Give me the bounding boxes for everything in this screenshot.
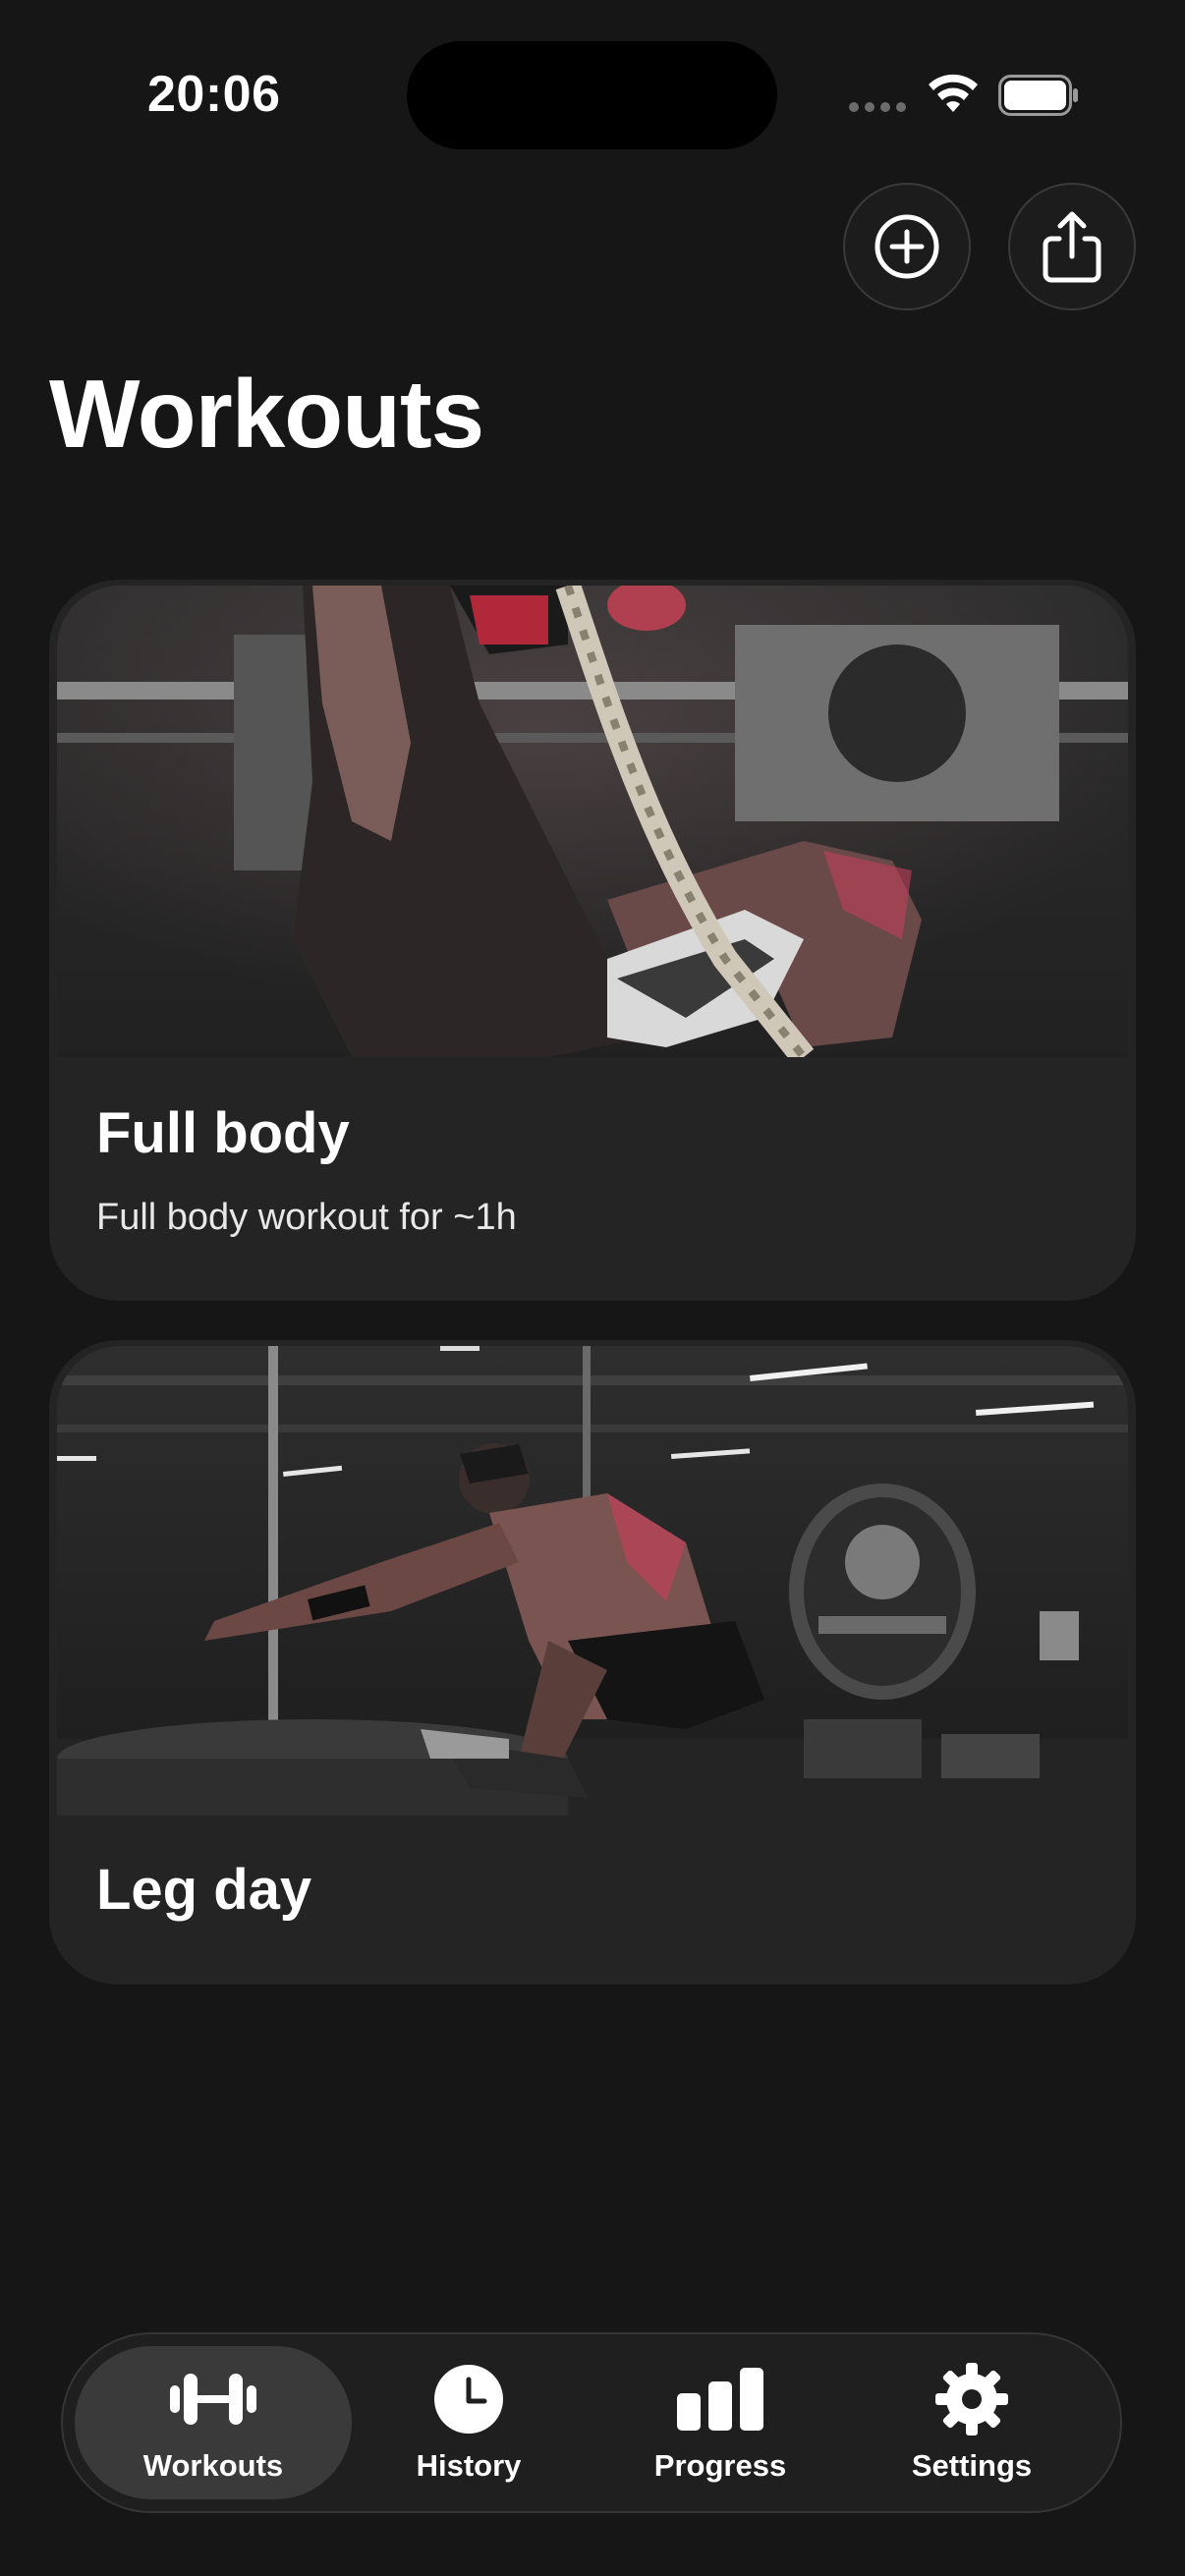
cellular-signal-icon [849,102,906,112]
clock-icon [433,2362,504,2436]
workout-card-full-body[interactable]: Full body Full body workout for ~1h [49,580,1136,1301]
tab-progress[interactable]: Progress [582,2346,859,2499]
workout-title: Full body [96,1101,350,1165]
share-button[interactable] [1008,183,1136,310]
tab-label: Settings [911,2448,1033,2483]
workout-photo [57,1346,1128,1816]
tab-workouts[interactable]: Workouts [75,2346,352,2499]
tab-label: History [416,2448,522,2483]
dynamic-island [407,41,777,149]
page-title: Workouts [49,360,484,468]
battery-icon [998,75,1079,121]
bar-chart-icon [677,2362,763,2436]
tab-settings[interactable]: Settings [833,2346,1110,2499]
share-icon [1043,211,1101,283]
gear-icon [935,2362,1008,2436]
tab-label: Workouts [142,2448,284,2483]
dumbbell-icon [168,2362,258,2436]
tab-history[interactable]: History [330,2346,607,2499]
plus-circle-icon [875,214,939,279]
workout-photo [57,586,1128,1057]
status-time: 20:06 [147,66,281,123]
workout-title: Leg day [96,1858,312,1922]
tab-label: Progress [653,2448,787,2483]
workout-description: Full body workout for ~1h [96,1197,517,1238]
add-workout-button[interactable] [843,183,971,310]
wifi-icon [926,73,981,121]
workout-card-leg-day[interactable]: Leg day [49,1340,1136,1985]
tab-bar: Workouts History Progress Settings [61,2332,1122,2513]
